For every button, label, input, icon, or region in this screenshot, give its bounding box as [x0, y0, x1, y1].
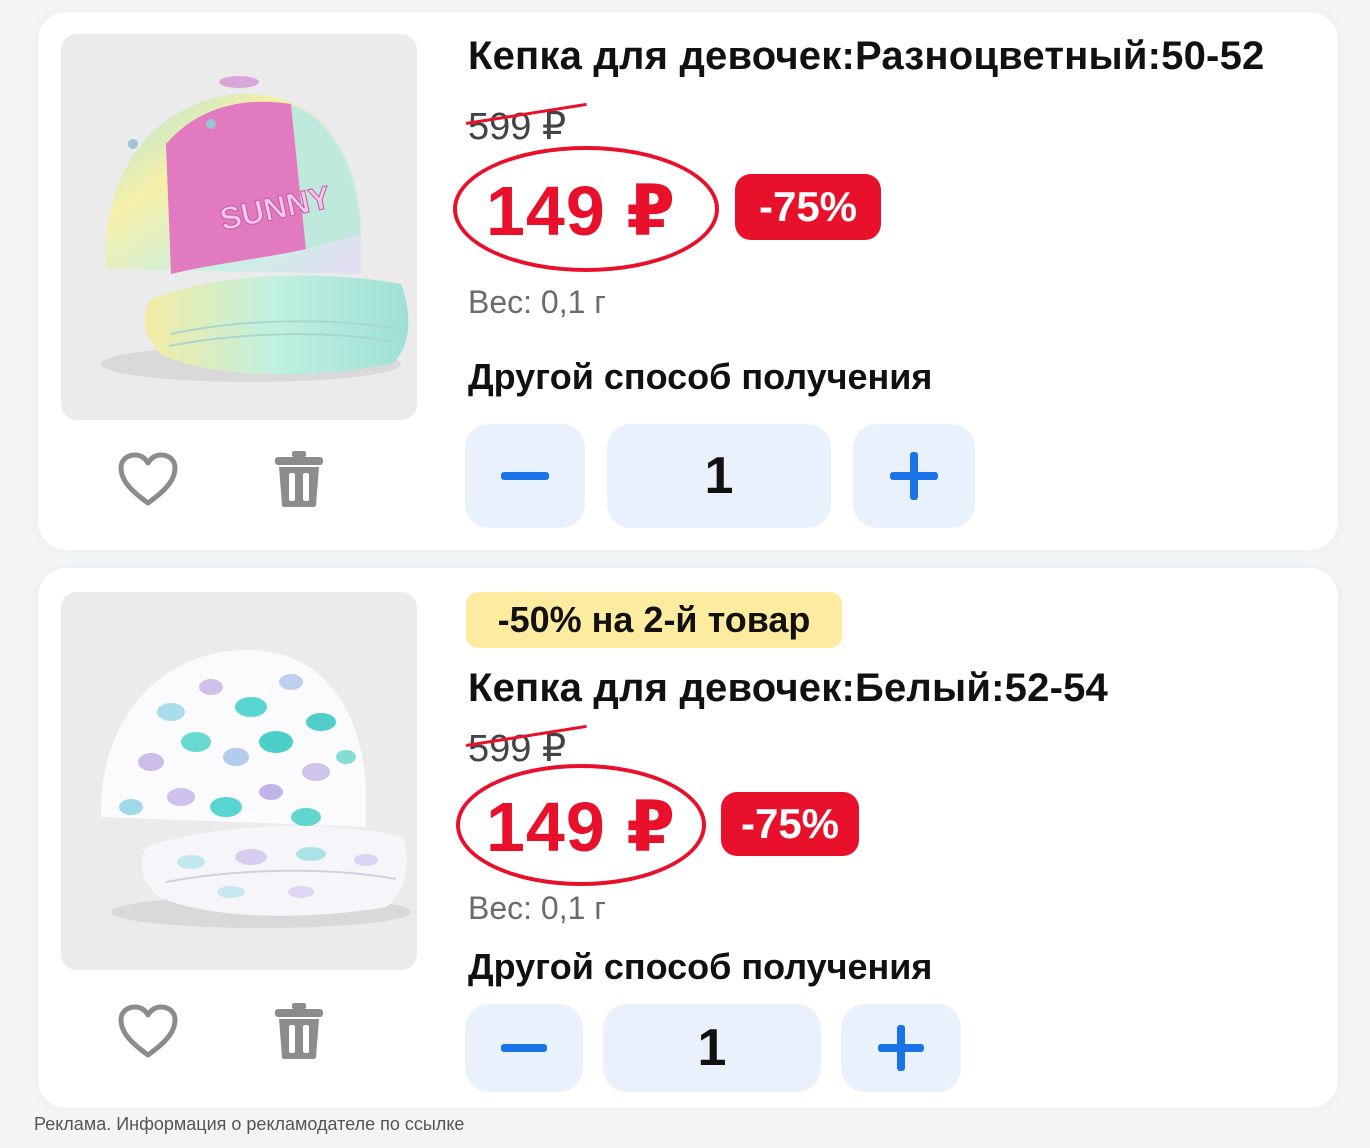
quantity-value: 1 [704, 447, 734, 505]
cart-item: -50% на 2-й товар Кепка для девочек:Белы… [38, 568, 1338, 1108]
plus-icon [878, 1025, 924, 1071]
current-price: 149 ₽ [486, 172, 676, 250]
increase-quantity-button[interactable] [841, 1004, 961, 1092]
heart-icon [118, 452, 178, 506]
delete-button[interactable] [264, 444, 334, 514]
old-price: 599 ₽ [465, 102, 587, 149]
trash-icon [275, 1003, 323, 1059]
product-image[interactable]: SUNNY [61, 34, 417, 420]
old-price: 599 ₽ [465, 724, 587, 771]
product-weight: Вес: 0,1 г [468, 890, 606, 926]
current-price: 149 ₽ [486, 788, 676, 866]
delivery-method: Другой способ получения [468, 356, 933, 397]
quantity-field[interactable]: 1 [607, 424, 831, 528]
delivery-method: Другой способ получения [468, 946, 933, 987]
favorite-button[interactable] [113, 444, 183, 514]
delete-button[interactable] [264, 996, 334, 1066]
product-title[interactable]: Кепка для девочек:Разноцветный:50-52 [468, 34, 1264, 79]
minus-icon [501, 1044, 547, 1052]
product-weight: Вес: 0,1 г [468, 284, 606, 320]
decrease-quantity-button[interactable] [465, 1004, 583, 1092]
quantity-field[interactable]: 1 [603, 1004, 821, 1092]
quantity-value: 1 [697, 1019, 727, 1077]
minus-icon [501, 472, 549, 480]
discount-badge: -75% [721, 792, 859, 856]
product-title[interactable]: Кепка для девочек:Белый:52-54 [468, 666, 1108, 711]
favorite-button[interactable] [113, 996, 183, 1066]
advertisement-note[interactable]: Реклама. Информация о рекламодателе по с… [34, 1114, 464, 1135]
product-image[interactable] [61, 592, 417, 970]
promo-badge: -50% на 2-й товар [466, 592, 842, 648]
discount-badge: -75% [735, 174, 881, 240]
plus-icon [890, 452, 938, 500]
heart-icon [118, 1004, 178, 1058]
trash-icon [275, 451, 323, 507]
decrease-quantity-button[interactable] [465, 424, 585, 528]
cart-item: SUNNY Кепка для девочек:Разноцветный:50-… [38, 12, 1338, 550]
increase-quantity-button[interactable] [853, 424, 975, 528]
